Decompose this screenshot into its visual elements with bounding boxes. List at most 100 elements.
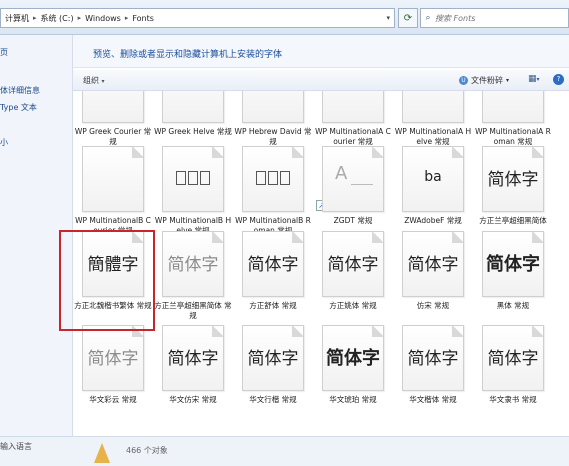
font-item[interactable]: WP MultinationalB Roman 常规 — [233, 146, 313, 238]
font-file-icon: 简体字 — [162, 231, 224, 297]
nav-item-font-details[interactable]: 体详细信息 — [0, 85, 40, 96]
font-item[interactable]: WP MultinationalB Courier 常规 — [73, 146, 153, 238]
font-name-label: 方正兰亭超细黑简体 — [479, 216, 547, 225]
font-file-icon: 簡體字 — [82, 231, 144, 297]
font-name-label: 华文隶书 常规 — [489, 395, 537, 404]
refresh-button[interactable]: ⟳ — [398, 8, 418, 28]
font-name-label: WP MultinationalA Roman 常规 — [475, 127, 551, 146]
navigation-pane: 页 体详细信息 Type 文本 小 — [0, 35, 73, 465]
font-file-icon — [162, 146, 224, 212]
font-name-label: 仿宋 常规 — [416, 301, 450, 310]
font-item[interactable]: 简体字 华文行楷 常规 — [233, 325, 313, 417]
font-file-icon: 简体字 — [482, 231, 544, 297]
input-language-label[interactable]: 输入语言 — [0, 441, 32, 452]
nav-item-small[interactable]: 小 — [0, 137, 8, 148]
item-count: 466 个对象 — [126, 446, 168, 455]
font-item[interactable]: ↗AZGDT 常规 — [313, 146, 393, 238]
glyph-preview: 简体字 — [487, 349, 539, 369]
font-file-icon — [82, 146, 144, 212]
font-grid: WP Greek Courier 常规 WP Greek Helve 常规 WP H… — [73, 91, 569, 436]
breadcrumb-windows[interactable]: Windows — [81, 14, 125, 23]
search-icon: ⌕ — [425, 13, 431, 23]
font-folder-icon — [94, 443, 110, 463]
font-item[interactable]: WP MultinationalA Roman 常规 — [473, 91, 553, 149]
search-box[interactable]: ⌕ — [420, 8, 569, 28]
font-name-label: 方正姚体 常规 — [329, 301, 377, 310]
font-name-label: WP MultinationalA Courier 常规 — [315, 127, 391, 146]
font-item[interactable]: WP MultinationalA Courier 常规 — [313, 91, 393, 149]
font-item[interactable]: 简体字华文琥珀 常规 — [313, 325, 393, 417]
font-file-icon: 简体字 — [82, 325, 144, 391]
breadcrumb[interactable]: 计算机 ▸ 系统 (C:) ▸ Windows ▸ Fonts ▾ — [0, 8, 395, 28]
font-name-label: 华文琥珀 常规 — [329, 395, 377, 404]
status-bar: 输入语言 466 个对象 — [0, 436, 569, 466]
breadcrumb-fonts[interactable]: Fonts — [128, 14, 158, 23]
font-item[interactable]: 简体字 华文彩云 常规 — [73, 325, 153, 417]
nav-item-cleartype-text[interactable]: Type 文本 — [0, 102, 37, 113]
font-item[interactable]: 简体字华文仿宋 常规 — [153, 325, 233, 417]
glyph-preview: 简体字 — [407, 255, 459, 275]
missing-glyph-box — [200, 171, 210, 185]
font-file-icon — [402, 91, 464, 123]
font-item[interactable]: 简体字华文楷体 常规 — [393, 325, 473, 417]
font-name-label: 黑体 常规 — [496, 301, 530, 310]
font-file-icon — [82, 91, 144, 123]
file-shred-button[interactable]: U 文件粉碎 ▾ — [459, 75, 509, 86]
font-item[interactable]: 簡體字方正北魏楷书繁体 常规 — [73, 231, 153, 323]
font-file-icon: 简体字 — [162, 325, 224, 391]
glyph-preview: 简体字 — [167, 349, 219, 369]
glyph-preview: 简体字 — [167, 255, 219, 275]
glyph-preview: 简体字 — [407, 349, 459, 369]
chevron-down-icon[interactable]: ▾ — [386, 14, 390, 22]
chevron-down-icon: ▾ — [101, 78, 105, 85]
font-file-icon: 简体字 — [242, 231, 304, 297]
breadcrumb-computer[interactable]: 计算机 — [1, 13, 33, 24]
missing-glyph-box — [280, 171, 290, 185]
font-name-label: 华文仿宋 常规 — [169, 395, 217, 404]
view-icon: ▦ — [528, 74, 537, 84]
help-icon: ? — [556, 75, 561, 83]
view-options-button[interactable]: ▦▾ — [528, 74, 540, 84]
glyph-preview: 简体字 — [247, 255, 299, 275]
organize-button[interactable]: 组织 ▾ — [83, 75, 105, 86]
search-input[interactable] — [435, 13, 555, 23]
help-button[interactable]: ? — [553, 74, 564, 85]
missing-glyph-box — [188, 171, 198, 185]
font-file-icon — [322, 91, 384, 123]
font-item[interactable]: WP Hebrew David 常规 — [233, 91, 313, 149]
glyph-preview: 簡體字 — [87, 255, 139, 275]
font-item[interactable]: 简体字 方正兰亭超细黑简体 常规 — [153, 231, 233, 323]
font-name-label: WP MultinationalA Helve 常规 — [394, 127, 472, 146]
font-name-label: 华文楷体 常规 — [409, 395, 457, 404]
nav-item-page[interactable]: 页 — [0, 47, 8, 58]
missing-glyph-box — [268, 171, 278, 185]
refresh-icon: ⟳ — [403, 12, 413, 24]
font-name-label: 方正北魏楷书繁体 常规 — [74, 301, 152, 310]
font-name-label: WP Greek Helve 常规 — [154, 127, 232, 136]
font-item[interactable]: 简体字 方正兰亭超细黑简体 — [473, 146, 553, 238]
breadcrumb-drive[interactable]: 系统 (C:) — [37, 13, 78, 24]
glyph-preview: 简体字 — [326, 348, 380, 369]
glyph-preview — [163, 171, 223, 185]
font-item[interactable]: 简体字 黑体 常规 — [473, 231, 553, 323]
font-item[interactable]: ba ZWAdobeF 常规 — [393, 146, 473, 238]
page-header: 预览、删除或者显示和隐藏计算机上安装的字体 — [73, 35, 569, 68]
font-file-icon — [242, 91, 304, 123]
glyph-preview: ba — [424, 169, 442, 185]
font-item[interactable]: WP Greek Helve 常规 — [153, 91, 233, 149]
font-file-icon: 简体字 — [402, 231, 464, 297]
font-item[interactable]: WP MultinationalB Helve 常规 — [153, 146, 233, 238]
font-file-icon — [482, 91, 544, 123]
font-item[interactable]: 简体字 仿宋 常规 — [393, 231, 473, 323]
font-file-icon: 简体字 — [242, 325, 304, 391]
command-bar: 组织 ▾ U 文件粉碎 ▾ ▦▾ ? — [73, 70, 569, 91]
font-name-label: ZWAdobeF 常规 — [404, 216, 462, 225]
font-name-label: ZGDT 常规 — [333, 216, 373, 225]
font-item[interactable]: 简体字 方正舒体 常规 — [233, 231, 313, 323]
font-item[interactable]: 简体字 方正姚体 常规 — [313, 231, 393, 323]
font-item[interactable]: WP Greek Courier 常规 — [73, 91, 153, 149]
chevron-down-icon: ▾ — [506, 77, 510, 84]
font-item[interactable]: WP MultinationalA Helve 常规 — [393, 91, 473, 149]
font-item[interactable]: 简体字华文隶书 常规 — [473, 325, 553, 417]
font-name-label: WP Greek Courier 常规 — [74, 127, 152, 146]
